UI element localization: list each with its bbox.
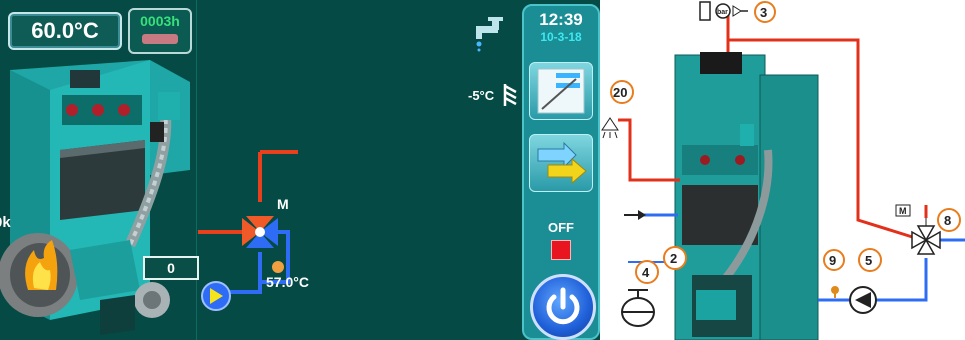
power-icon <box>546 287 580 325</box>
swap-mode-button[interactable] <box>529 134 593 192</box>
callout-8: 8 <box>937 208 961 232</box>
three-way-valve-icon: M <box>895 204 941 255</box>
swap-arrows-icon <box>537 141 587 185</box>
callout-5: 5 <box>858 248 882 272</box>
outdoor-temperature: -5°C <box>468 88 495 103</box>
valve-motor-label: M <box>899 206 907 216</box>
fire-value-display[interactable]: 0 <box>143 256 199 280</box>
pump-icon <box>849 286 877 314</box>
arrow-right-icon <box>624 210 646 220</box>
expansion-vessel-icon <box>621 289 655 327</box>
status-label: OFF <box>548 220 574 235</box>
clock-time: 12:39 <box>539 10 583 29</box>
controller-screen: 60.0°C 0003h 0k 0 M 57.0°C <box>0 0 600 340</box>
operating-hours-counter[interactable]: 0003h <box>128 8 192 54</box>
boiler-drawing <box>674 52 819 340</box>
safety-valve-icon <box>732 5 748 17</box>
fire-level-label: 0k <box>0 214 11 231</box>
hydraulic-schematic: bar M 3 20 2 4 9 5 8 <box>601 1 965 340</box>
boiler-temperature-display[interactable]: 60.0°C <box>8 12 122 50</box>
callout-2: 2 <box>663 246 687 270</box>
mixing-temperature: 57.0°C <box>266 274 309 290</box>
side-panel: 12:39 10-3-18 OFF <box>522 4 600 340</box>
outdoor-sensor-icon <box>503 84 517 106</box>
mixing-valve-icon[interactable] <box>242 216 278 248</box>
callout-3: 3 <box>754 1 776 23</box>
callout-20: 20 <box>610 80 634 104</box>
callout-4: 4 <box>635 260 659 284</box>
callout-5-number: 5 <box>865 253 872 268</box>
heating-curve-icon <box>537 68 585 114</box>
callout-3-number: 3 <box>760 5 767 20</box>
power-button[interactable] <box>530 274 596 340</box>
hours-indicator-bar <box>142 34 178 44</box>
callout-8-number: 8 <box>944 213 951 228</box>
thermometer-icon <box>831 286 839 298</box>
mixing-circuit-diagram <box>198 150 298 311</box>
pump-icon[interactable] <box>201 281 231 311</box>
callout-9-number: 9 <box>829 253 836 268</box>
callout-9: 9 <box>823 249 845 271</box>
operating-hours-value: 0003h <box>140 13 180 29</box>
thermometer-icon <box>272 261 284 273</box>
clock-date: 10-3-18 <box>540 30 582 44</box>
shower-head-icon <box>601 117 619 139</box>
callout-2-number: 2 <box>670 251 677 266</box>
mixing-valve-label: M <box>277 196 289 212</box>
heating-curve-button[interactable] <box>529 62 593 120</box>
pressure-gauge-label: bar <box>717 9 728 16</box>
status-led <box>551 240 571 260</box>
tap-water-icon[interactable] <box>470 12 510 52</box>
pressure-gauge-icon: bar <box>699 1 731 21</box>
callout-20-number: 20 <box>613 85 627 100</box>
callout-4-number: 4 <box>642 265 650 280</box>
